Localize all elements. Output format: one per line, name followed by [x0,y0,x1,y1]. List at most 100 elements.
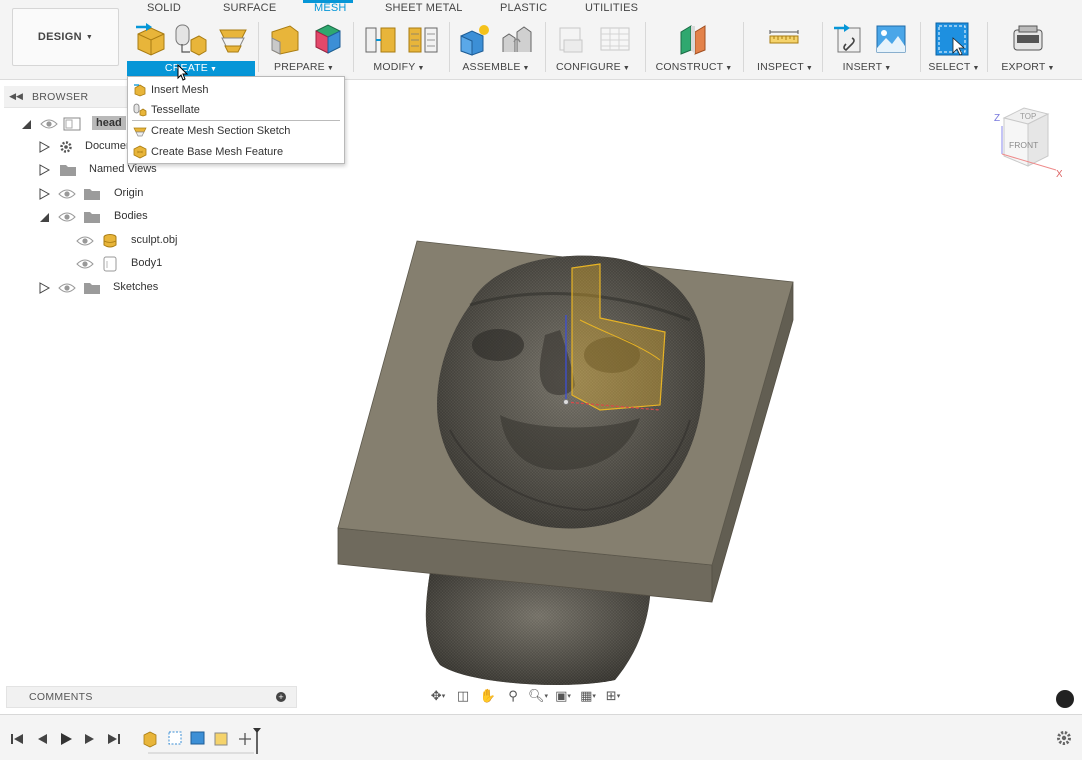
play-icon[interactable] [59,732,73,746]
insert-mesh-icon[interactable] [134,22,168,56]
menu-item-create-base-mesh-feature[interactable]: Create Base Mesh Feature [128,142,344,162]
pan-icon[interactable]: ✋ [477,687,499,705]
tree-item-label: Bodies [114,210,148,222]
solid-body-icon [103,256,117,272]
tessellate-icon[interactable] [173,22,207,56]
configure-table-icon[interactable] [598,22,632,56]
tree-item-sketches[interactable]: Sketches [16,278,296,298]
axis-x-label: X [1056,169,1062,180]
modify-group-dropdown[interactable]: MODIFY ▼ [357,61,441,75]
configure-group-label: CONFIGURE [556,61,621,73]
go-to-end-icon[interactable] [107,732,121,746]
mesh-section-sketch-icon[interactable] [216,22,250,56]
insert-canvas-icon[interactable] [874,22,908,56]
tree-item-bodies[interactable]: Bodies [16,207,296,227]
grid-icon[interactable]: ▦ ▾ [577,687,599,705]
tab-surface[interactable]: SURFACE [223,2,276,14]
collapsed-triangle-icon[interactable] [38,282,50,294]
prepare-repair-icon[interactable] [268,22,302,56]
mesh-body-sculpt[interactable] [437,255,705,529]
go-to-start-icon[interactable] [10,732,24,746]
folder-icon [84,283,100,294]
create-group-dropdown[interactable]: CREATE ▼ [127,61,255,77]
eye-icon[interactable] [58,188,76,200]
eye-icon[interactable] [58,211,76,223]
eye-icon[interactable] [76,258,94,270]
menu-item-label: Insert Mesh [151,84,209,96]
caret-down-icon: ▼ [209,66,218,73]
menu-item-label: Create Base Mesh Feature [151,146,284,158]
look-at-icon[interactable]: ◫ [452,687,474,705]
tree-item-origin[interactable]: Origin [16,184,296,204]
viewports-icon[interactable]: ⊞ ▾ [602,687,624,705]
viewcube-top-label[interactable]: TOP [1020,112,1036,121]
configure-icon[interactable] [555,22,589,56]
timeline-features[interactable] [142,727,266,755]
insert-group-dropdown[interactable]: INSERT ▼ [827,61,907,75]
eye-icon[interactable] [40,118,58,130]
component-icon [63,117,81,131]
toolbar-separator [743,22,744,72]
tree-item-label: Body1 [131,257,163,269]
eye-icon[interactable] [76,235,94,247]
tree-item-sculpt-obj[interactable]: sculpt.obj [16,231,296,251]
eye-icon[interactable] [58,282,76,294]
new-component-icon[interactable] [458,22,492,56]
expanded-triangle-icon[interactable] [20,118,32,130]
fit-icon[interactable]: 🔍︎ ▾ [527,687,549,705]
export-icon[interactable] [1011,22,1045,56]
caret-down-icon: ▼ [522,65,530,72]
gear-icon [60,141,72,153]
tab-mesh[interactable]: MESH [314,2,347,14]
tab-solid[interactable]: SOLID [147,2,181,14]
tab-plastic[interactable]: PLASTIC [500,2,547,14]
joint-icon[interactable] [500,22,534,56]
timeline-settings-gear-icon[interactable] [1056,730,1072,746]
viewcube-front-label[interactable]: FRONT [1009,140,1038,150]
workspace-switcher-button[interactable]: DESIGN ▼ [12,8,119,66]
tab-sheet-metal[interactable]: SHEET METAL [385,2,463,14]
caret-down-icon: ▼ [326,65,334,72]
step-forward-icon[interactable] [83,732,97,746]
tab-utilities[interactable]: UTILITIES [585,2,638,14]
assemble-group-dropdown[interactable]: ASSEMBLE ▼ [453,61,539,75]
measure-icon[interactable] [767,22,801,56]
menu-item-insert-mesh[interactable]: Insert Mesh [128,80,344,100]
expanded-triangle-icon[interactable] [38,211,50,223]
notification-icon[interactable] [1056,690,1074,708]
collapsed-triangle-icon[interactable] [38,188,50,200]
viewcube[interactable]: TOP FRONT Z X [990,104,1062,180]
tree-item-label: sculpt.obj [131,234,178,246]
add-comment-icon[interactable]: + [276,692,286,702]
modify-separate-icon[interactable] [406,22,440,56]
export-group-dropdown[interactable]: EXPORT ▼ [994,61,1062,75]
folder-icon [84,212,100,223]
inspect-group-dropdown[interactable]: INSPECT ▼ [749,61,821,75]
step-back-icon[interactable] [35,732,49,746]
base-mesh-feature-icon [133,145,147,159]
select-group-dropdown[interactable]: SELECT ▼ [922,61,986,75]
offset-plane-icon[interactable] [677,22,711,56]
insert-derive-icon[interactable] [832,22,866,56]
collapsed-triangle-icon[interactable] [38,141,50,153]
collapse-panel-icon[interactable]: ◀◀ [7,91,25,102]
zoom-icon[interactable]: ⚲ [502,687,524,705]
modify-plane-cut-icon[interactable] [363,22,397,56]
configure-group-dropdown[interactable]: CONFIGURE ▼ [549,61,637,75]
construct-group-label: CONSTRUCT [655,61,724,73]
collapsed-triangle-icon[interactable] [38,164,50,176]
display-settings-icon[interactable]: ▣ ▾ [552,687,574,705]
select-icon[interactable] [935,22,969,56]
browser-title: BROWSER [32,90,89,103]
tree-item-body1[interactable]: Body1 [16,254,296,274]
comments-panel-header[interactable]: COMMENTS + [6,686,297,708]
folder-icon [60,165,76,176]
construct-group-dropdown[interactable]: CONSTRUCT ▼ [649,61,739,75]
orbit-icon[interactable]: ✥ ▾ [427,687,449,705]
menu-item-label: Create Mesh Section Sketch [151,125,291,137]
menu-item-create-mesh-section-sketch[interactable]: Create Mesh Section Sketch [128,121,344,141]
prepare-group-dropdown[interactable]: PREPARE ▼ [262,61,346,75]
tessellate-icon [133,103,147,117]
menu-item-tessellate[interactable]: Tessellate [128,100,344,120]
prepare-remesh-icon[interactable] [311,22,345,56]
